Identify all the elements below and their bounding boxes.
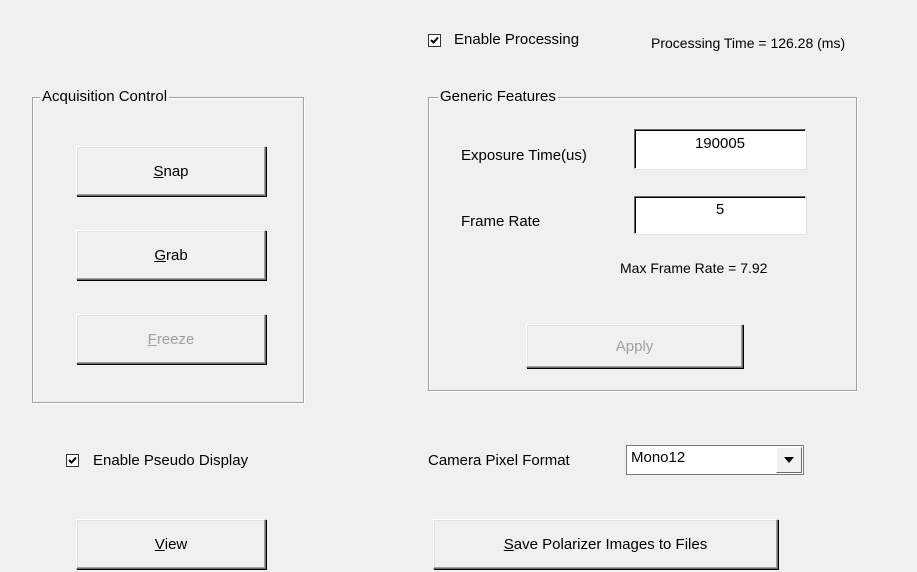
snap-label: nap xyxy=(163,162,189,180)
grab-label: rab xyxy=(165,246,188,264)
max-frame-rate-text: Max Frame Rate = 7.92 xyxy=(620,260,768,276)
grab-mnemonic: G xyxy=(154,246,166,264)
exposure-time-label: Exposure Time(us) xyxy=(461,147,587,164)
freeze-mnemonic: F xyxy=(147,330,157,348)
enable-processing-checkbox[interactable] xyxy=(428,34,441,47)
save-label: ave Polarizer Images to Files xyxy=(513,535,708,553)
camera-pixel-format-select[interactable]: Mono12 xyxy=(626,445,804,475)
freeze-label: reeze xyxy=(156,330,195,348)
view-button[interactable]: View xyxy=(76,519,266,569)
chevron-down-icon xyxy=(784,457,794,463)
snap-mnemonic: S xyxy=(153,162,164,180)
processing-time-text: Processing Time = 126.28 (ms) xyxy=(651,35,846,51)
camera-pixel-format-label: Camera Pixel Format xyxy=(428,452,570,469)
apply-label: Apply xyxy=(615,337,654,355)
enable-pseudo-display-checkbox[interactable] xyxy=(66,454,79,467)
dropdown-button[interactable] xyxy=(776,447,802,473)
acquisition-control-title: Acquisition Control xyxy=(40,88,170,106)
save-mnemonic: S xyxy=(503,535,514,553)
generic-features-title: Generic Features xyxy=(438,88,558,106)
checkmark-icon xyxy=(68,456,77,464)
grab-button[interactable]: Grab xyxy=(76,230,266,280)
camera-pixel-format-value: Mono12 xyxy=(631,449,686,466)
snap-button[interactable]: Snap xyxy=(76,146,266,196)
apply-button[interactable]: Apply xyxy=(526,324,743,368)
exposure-time-input[interactable]: 190005 xyxy=(634,129,806,169)
frame-rate-input[interactable]: 5 xyxy=(634,196,806,234)
enable-pseudo-display-label[interactable]: Enable Pseudo Display xyxy=(93,452,248,470)
view-mnemonic: V xyxy=(154,535,165,553)
freeze-button[interactable]: Freeze xyxy=(76,314,266,364)
frame-rate-label: Frame Rate xyxy=(461,213,541,230)
enable-processing-label[interactable]: Enable Processing xyxy=(454,31,579,49)
save-polarizer-images-button[interactable]: Save Polarizer Images to Files xyxy=(433,519,778,569)
view-label: iew xyxy=(164,535,188,553)
checkmark-icon xyxy=(430,36,439,44)
